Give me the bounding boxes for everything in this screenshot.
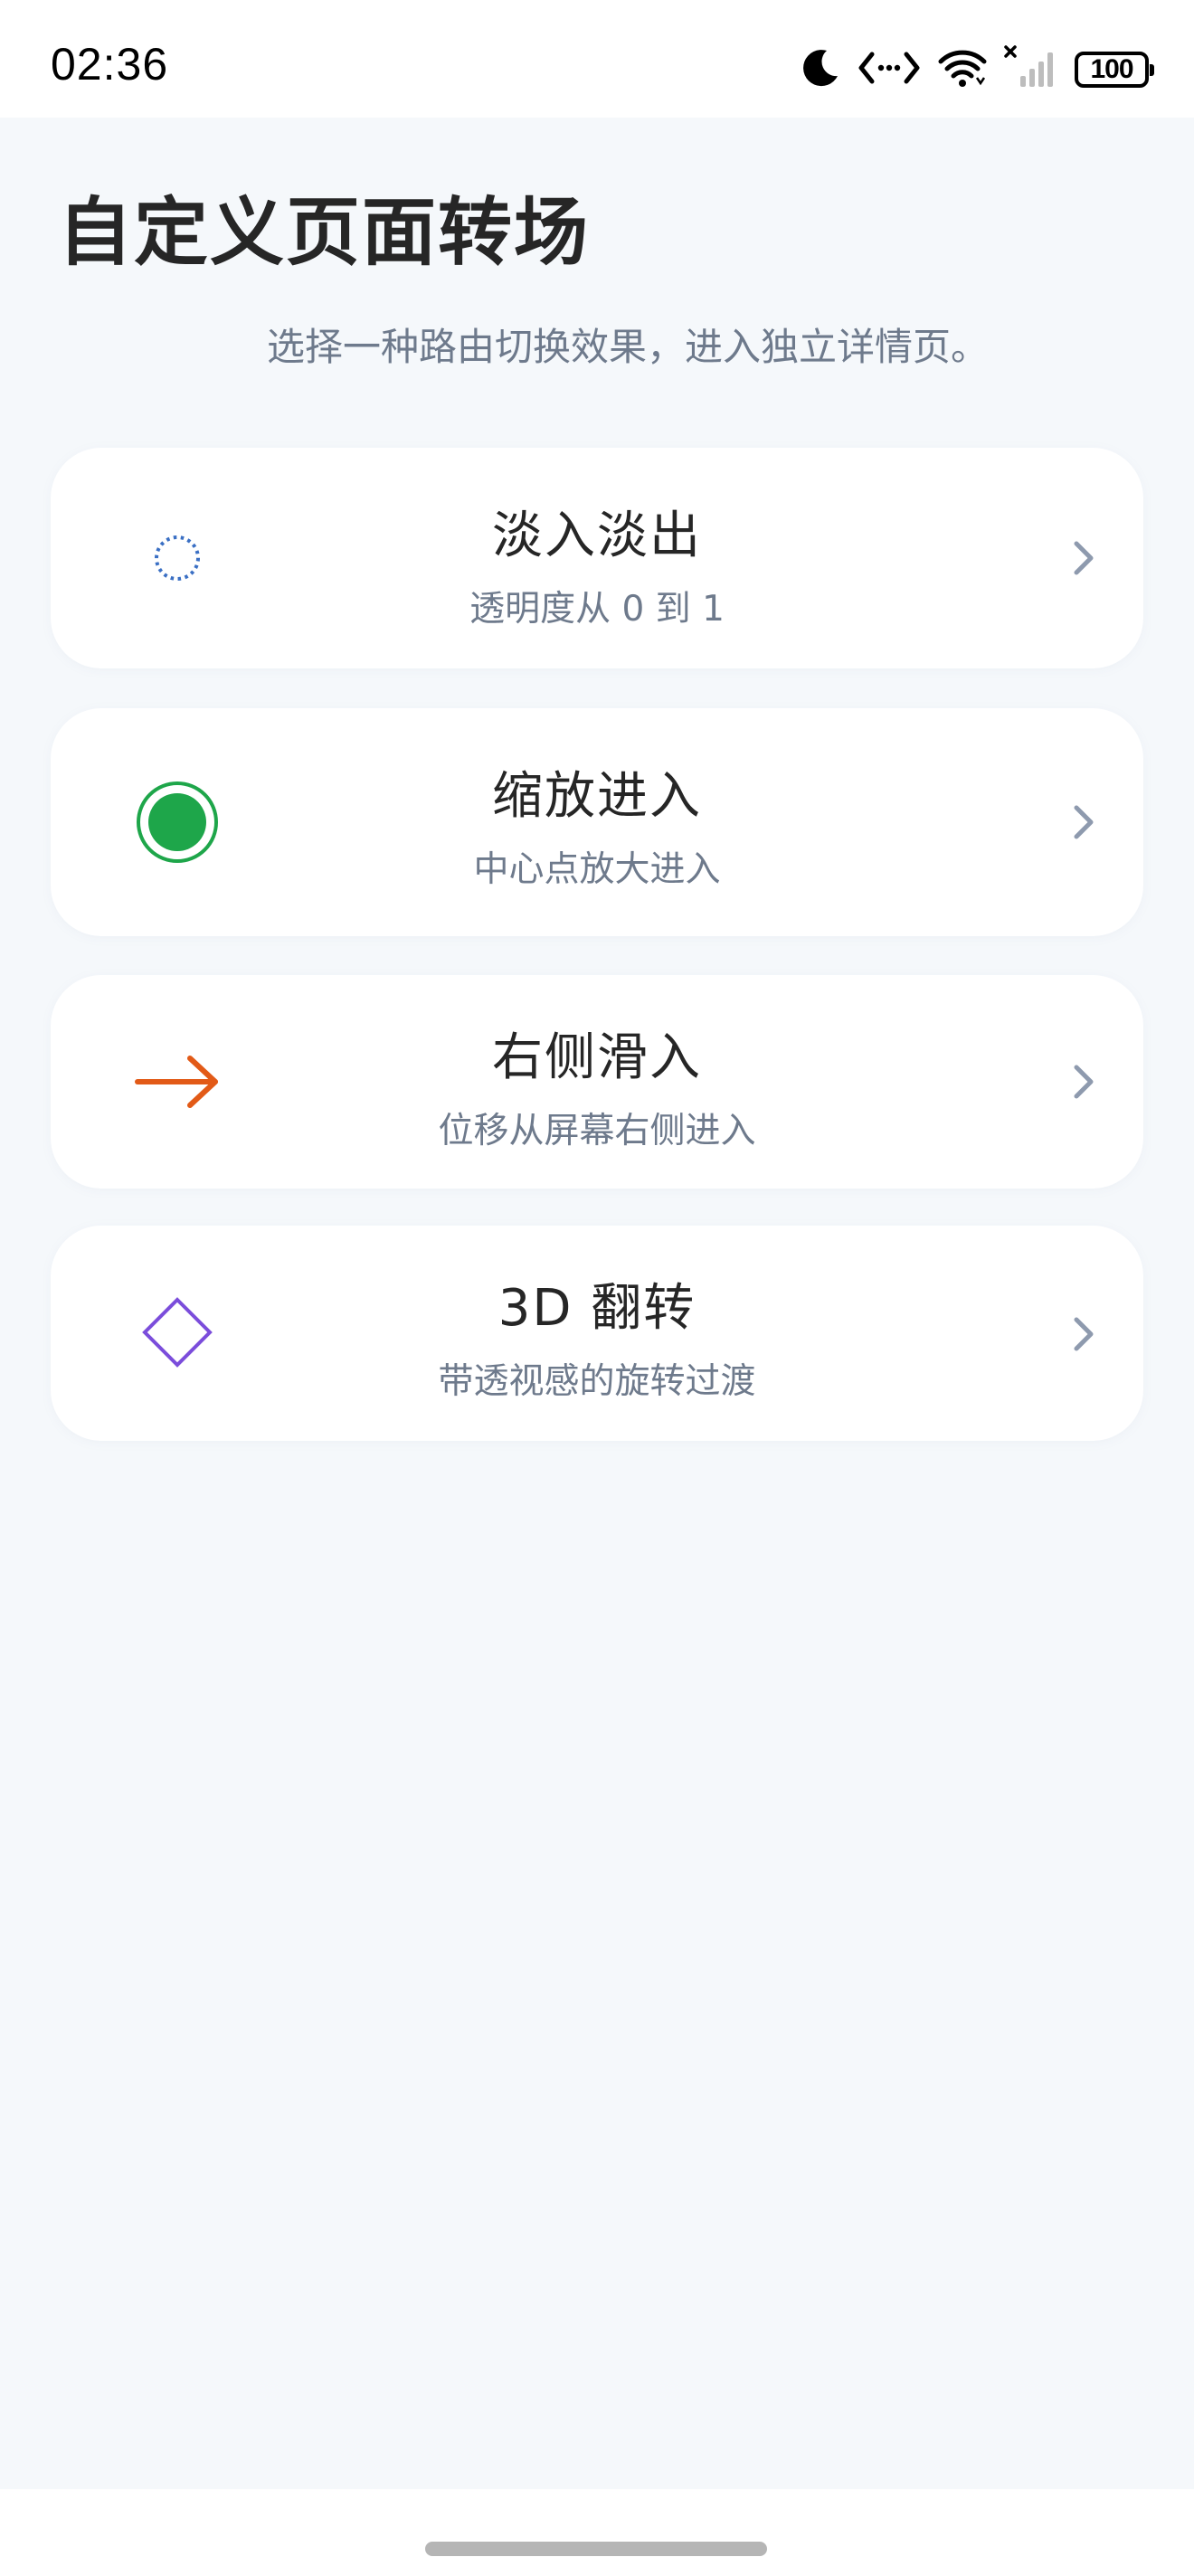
moon-icon — [800, 47, 841, 92]
card-title: 右侧滑入 — [492, 1028, 702, 1087]
card-fade[interactable]: 淡入淡出 透明度从 0 到 1 — [51, 448, 1143, 668]
card-description: 中心点放大进入 — [473, 849, 721, 890]
chevron-right-icon — [1066, 531, 1102, 585]
chevron-right-icon — [1066, 1307, 1102, 1361]
page-title: 自定义页面转场 — [58, 190, 591, 276]
navigation-bar — [0, 2489, 1194, 2576]
status-bar: 02:36 100 — [0, 0, 1194, 118]
battery-icon: 100 — [1075, 52, 1154, 88]
chevron-right-icon — [1066, 795, 1102, 849]
card-title: 3D 翻转 — [498, 1279, 696, 1338]
status-icons: 100 — [800, 42, 1154, 98]
card-scale-text: 缩放进入 中心点放大进入 — [0, 755, 1194, 892]
code-brackets-icon — [858, 47, 921, 92]
card-fade-text: 淡入淡出 透明度从 0 到 1 — [0, 495, 1194, 631]
home-indicator[interactable] — [425, 2542, 767, 2556]
card-flip-3d[interactable]: 3D 翻转 带透视感的旋转过渡 — [51, 1226, 1143, 1441]
wifi-icon — [937, 47, 988, 92]
chevron-right-icon — [1066, 1055, 1102, 1109]
status-time: 02:36 — [51, 39, 169, 90]
card-scale[interactable]: 缩放进入 中心点放大进入 — [51, 708, 1143, 936]
card-title: 淡入淡出 — [492, 507, 702, 565]
signal-no-sim-icon — [1004, 45, 1058, 94]
card-title: 缩放进入 — [492, 767, 702, 826]
page-subtitle: 选择一种路由切换效果，进入独立详情页。 — [266, 325, 989, 369]
card-flip-text: 3D 翻转 带透视感的旋转过渡 — [0, 1267, 1194, 1404]
card-description: 带透视感的旋转过渡 — [438, 1361, 756, 1402]
card-description: 位移从屏幕右侧进入 — [438, 1111, 756, 1151]
card-slide-right[interactable]: 右侧滑入 位移从屏幕右侧进入 — [51, 975, 1143, 1189]
card-slide-text: 右侧滑入 位移从屏幕右侧进入 — [0, 1017, 1194, 1153]
card-description: 透明度从 0 到 1 — [469, 589, 725, 630]
battery-level: 100 — [1090, 54, 1133, 84]
